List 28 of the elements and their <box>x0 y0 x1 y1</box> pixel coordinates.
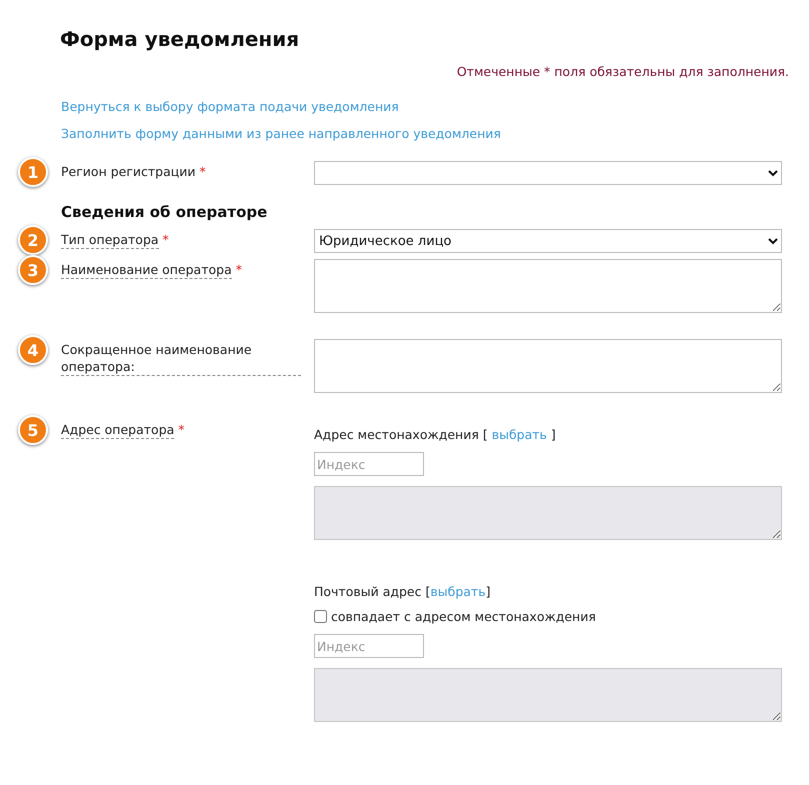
required-note: Отмеченные * поля обязательны для заполнения. <box>456 64 789 79</box>
step-badge: 2 <box>18 225 48 255</box>
required-mark: * <box>236 262 242 277</box>
text-area[interactable] <box>314 339 782 393</box>
bracket: ] <box>486 584 490 599</box>
required-mark: * <box>162 232 169 247</box>
checkbox-label: совпадает с адресом местонахождения <box>331 609 596 624</box>
step-badge: 5 <box>18 415 48 445</box>
field-label: Наименование оператора <box>61 261 232 279</box>
field-label: Адрес оператора <box>61 421 174 439</box>
dropdown[interactable]: Юридическое лицо <box>314 229 782 253</box>
step-badge: 3 <box>18 255 48 285</box>
dropdown[interactable] <box>314 161 782 185</box>
required-mark: * <box>200 164 206 179</box>
field-label: Регион регистрации <box>61 163 196 180</box>
page-title: Форма уведомления <box>60 26 300 53</box>
address-label: Почтовый адрес [ <box>314 584 430 599</box>
form-link[interactable]: Вернуться к выбору формата подачи уведомления <box>61 99 399 114</box>
form-link[interactable]: Заполнить форму данными из ранее направленного уведомления <box>61 126 501 141</box>
field-label: Сокращенное наименование оператора: <box>61 341 301 376</box>
step-badge: 1 <box>18 157 48 187</box>
bracket: ] <box>550 427 556 442</box>
required-mark: * <box>178 422 185 437</box>
step-badge: 4 <box>18 335 48 365</box>
text-area[interactable] <box>314 259 782 313</box>
address-label: Адрес местонахождения [ <box>314 427 489 442</box>
field-label: Тип оператора <box>61 231 159 249</box>
section-heading: Сведения об операторе <box>61 203 268 221</box>
